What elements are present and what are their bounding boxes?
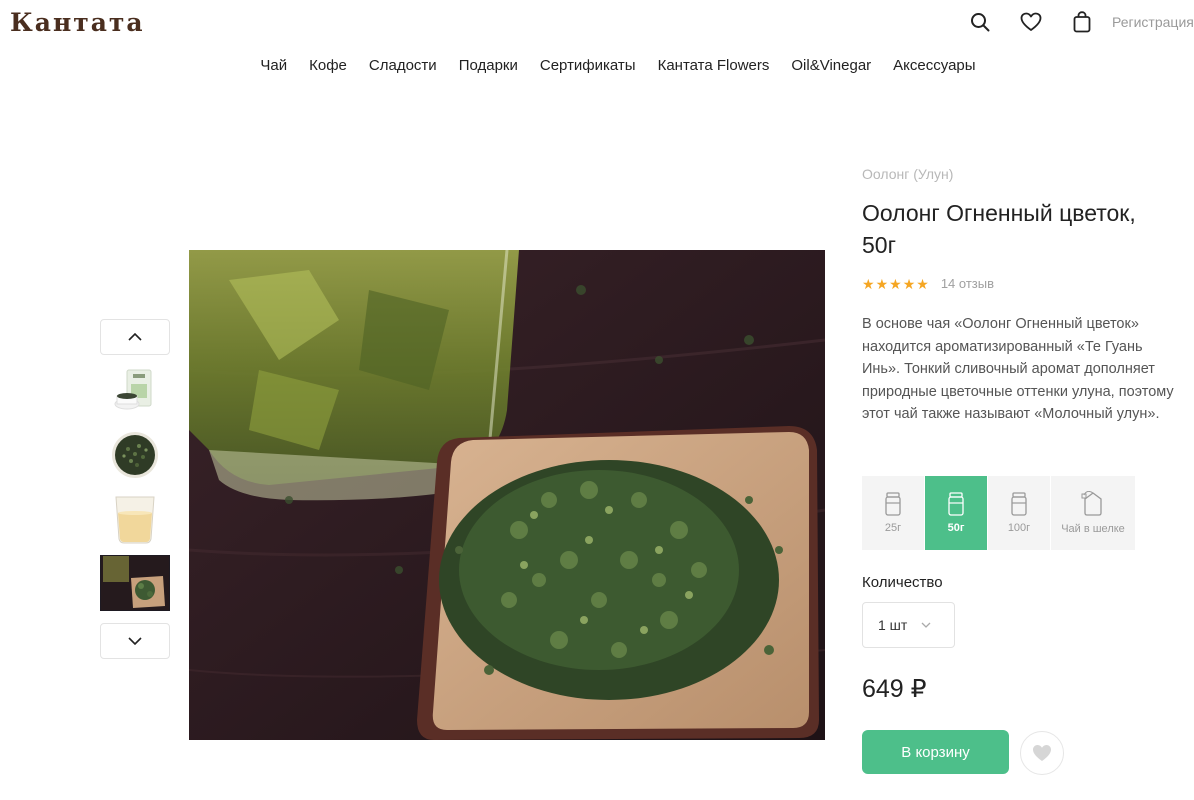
- heart-icon: [1033, 745, 1051, 761]
- variant-label: 100г: [1007, 522, 1031, 534]
- product-category[interactable]: Оолонг (Улун): [862, 166, 953, 182]
- nav-item-gifts[interactable]: Подарки: [459, 57, 518, 74]
- bag-icon[interactable]: [1070, 10, 1094, 34]
- jar-icon: [885, 492, 901, 516]
- jar-icon: [948, 492, 964, 516]
- thumbnail-gallery: [100, 319, 170, 659]
- thumbnail-up-button[interactable]: [100, 319, 170, 355]
- variant-label: Чай в шелке: [1061, 523, 1125, 535]
- quantity-select[interactable]: 1 шт: [862, 602, 955, 648]
- chevron-down-icon: [921, 622, 931, 628]
- header-actions: Регистрация: [968, 10, 1194, 34]
- rating-stars: ★ ★ ★ ★ ★: [862, 277, 930, 291]
- product-description: В основе чая «Оолонг Огненный цветок» на…: [862, 316, 1174, 422]
- quantity-label: Количество: [862, 574, 943, 591]
- heart-icon[interactable]: [1019, 10, 1043, 34]
- variant-25g[interactable]: 25г: [862, 476, 924, 550]
- nav-item-coffee[interactable]: Кофе: [309, 57, 347, 74]
- nav-item-oil-vinegar[interactable]: Oil&Vinegar: [791, 57, 871, 74]
- tea-leaves-bowl-thumbnail[interactable]: [100, 427, 170, 483]
- register-link[interactable]: Регистрация: [1112, 14, 1194, 30]
- variant-100g[interactable]: 100г: [988, 476, 1050, 550]
- tea-coaster-thumbnail[interactable]: [100, 555, 170, 611]
- teabag-icon: [1081, 491, 1102, 516]
- nav-item-tea[interactable]: Чай: [260, 57, 287, 74]
- nav-item-flowers[interactable]: Кантата Flowers: [658, 57, 770, 74]
- jar-icon: [1011, 492, 1027, 516]
- thumbnail-down-button[interactable]: [100, 623, 170, 659]
- product-price: 649 ₽: [862, 675, 927, 703]
- add-to-favorites-button[interactable]: [1020, 731, 1064, 775]
- nav-item-accessories[interactable]: Аксессуары: [893, 57, 975, 74]
- star-icon: ★: [875, 275, 889, 292]
- variant-50g[interactable]: 50г: [925, 476, 987, 550]
- nav-item-certificates[interactable]: Сертификаты: [540, 57, 636, 74]
- variant-silk-bag[interactable]: Чай в шелке: [1051, 476, 1135, 550]
- star-icon: ★: [902, 275, 916, 292]
- quantity-value: 1 шт: [878, 617, 908, 633]
- reviews-count[interactable]: 14 отзыв: [941, 276, 994, 291]
- add-to-cart-button[interactable]: В корзину: [862, 730, 1009, 774]
- tea-package-thumbnail[interactable]: [100, 363, 170, 419]
- chevron-up-icon: [128, 333, 142, 341]
- variant-selector: 25г 50г 100г Чай в шелке: [862, 476, 1136, 550]
- variant-label: 25г: [884, 522, 902, 534]
- star-icon: ★: [916, 275, 929, 292]
- tea-glass-thumbnail[interactable]: [100, 491, 170, 547]
- star-icon: ★: [862, 275, 875, 292]
- product-main-image[interactable]: [189, 250, 825, 740]
- chevron-down-icon: [128, 637, 142, 645]
- star-icon: ★: [889, 275, 902, 292]
- search-icon[interactable]: [968, 10, 992, 34]
- main-nav: Чай Кофе Сладости Подарки Сертификаты Ка…: [0, 57, 1194, 74]
- nav-item-sweets[interactable]: Сладости: [369, 57, 437, 74]
- site-logo[interactable]: Кантата: [10, 8, 145, 37]
- product-rating: ★ ★ ★ ★ ★ 14 отзыв: [862, 276, 994, 291]
- product-title: Оолонг Огненный цветок, 50г: [862, 200, 1136, 258]
- variant-label: 50г: [947, 522, 965, 534]
